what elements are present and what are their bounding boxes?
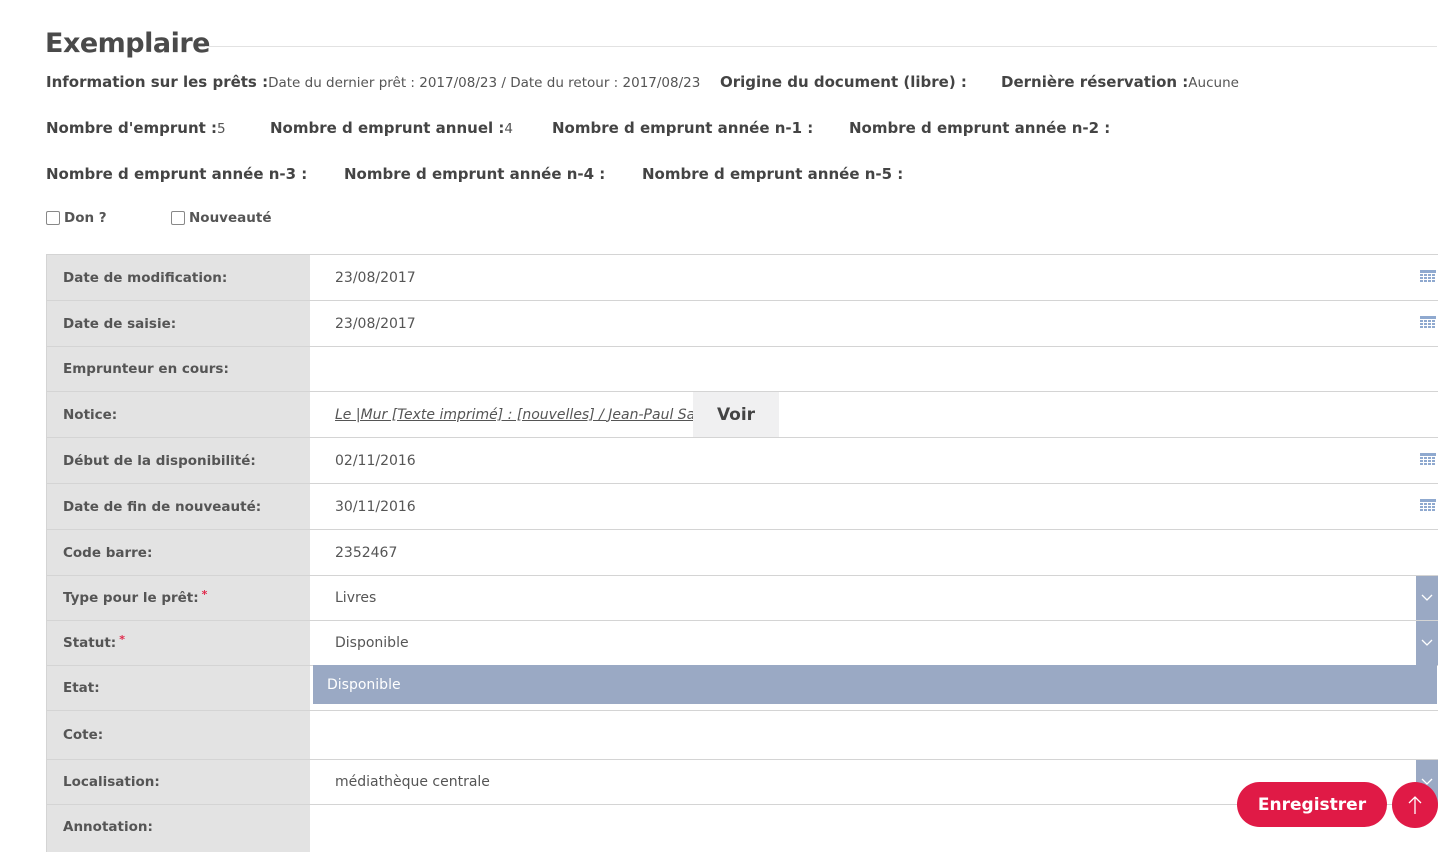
row-notice: Notice: Le |Mur [Texte imprimé] : [nouve… <box>47 392 1438 438</box>
title-divider <box>205 46 1437 47</box>
nouveaute-checkbox[interactable] <box>171 211 185 225</box>
row-emprunteur: Emprunteur en cours: <box>47 347 1438 392</box>
row-annotation: Annotation: <box>47 805 1438 852</box>
info-n1: Nombre d emprunt année n-1 : <box>552 119 814 137</box>
info-nb-annuel-label: Nombre d emprunt annuel : <box>270 119 505 137</box>
row-localisation: Localisation: médiathèque centrale <box>47 760 1438 805</box>
info-nb-annuel: Nombre d emprunt annuel :4 <box>270 119 513 137</box>
row-statut: Statut: * Disponible <box>47 621 1438 666</box>
don-checkbox[interactable] <box>46 211 60 225</box>
chevron-down-icon[interactable] <box>1416 576 1438 620</box>
statut-label: Statut: * <box>47 621 310 665</box>
statut-select[interactable]: Disponible <box>310 621 1438 665</box>
cote-label: Cote: <box>47 711 310 759</box>
etat-label: Etat: <box>47 666 310 710</box>
emprunteur-label: Emprunteur en cours: <box>47 347 310 391</box>
info-derniere-reservation: Dernière réservation :Aucune <box>1001 73 1239 91</box>
calendar-icon[interactable] <box>1420 315 1436 330</box>
type-pret-label: Type pour le prêt: * <box>47 576 310 620</box>
debut-disponibilite-field[interactable]: 02/11/2016 <box>310 438 1438 483</box>
fin-nouveaute-value: 30/11/2016 <box>335 498 416 515</box>
code-barre-label: Code barre: <box>47 530 310 575</box>
info-n4: Nombre d emprunt année n-4 : <box>344 165 606 183</box>
required-mark: * <box>201 587 208 601</box>
type-pret-select[interactable]: Livres <box>310 576 1438 620</box>
info-n2: Nombre d emprunt année n-2 : <box>849 119 1111 137</box>
debut-disponibilite-label: Début de la disponibilité: <box>47 438 310 483</box>
nouveaute-checkbox-row[interactable]: Nouveauté <box>171 210 271 226</box>
localisation-value: médiathèque centrale <box>335 774 490 790</box>
row-type-pret: Type pour le prêt: * Livres <box>47 576 1438 621</box>
notice-label: Notice: <box>47 392 310 437</box>
notice-field: Le |Mur [Texte imprimé] : [nouvelles] / … <box>310 392 1438 437</box>
fin-nouveaute-field[interactable]: 30/11/2016 <box>310 484 1438 529</box>
localisation-label: Localisation: <box>47 760 310 804</box>
date-modification-label: Date de modification: <box>47 255 310 300</box>
cote-field[interactable] <box>310 711 1438 759</box>
calendar-icon[interactable] <box>1420 452 1436 467</box>
row-fin-nouveaute: Date de fin de nouveauté: 30/11/2016 <box>47 484 1438 530</box>
date-saisie-value: 23/08/2017 <box>335 315 416 332</box>
notice-link[interactable]: Le |Mur [Texte imprimé] : [nouvelles] / … <box>335 407 721 423</box>
code-barre-field[interactable]: 2352467 <box>310 530 1438 575</box>
type-pret-label-text: Type pour le prêt: <box>63 590 199 606</box>
annotation-label: Annotation: <box>47 805 310 852</box>
row-cote: Cote: <box>47 711 1438 760</box>
info-prets-label: Information sur les prêts : <box>46 73 269 91</box>
arrow-up-icon <box>1408 796 1422 814</box>
date-saisie-label: Date de saisie: <box>47 301 310 346</box>
debut-disponibilite-value: 02/11/2016 <box>335 452 416 469</box>
scroll-top-button[interactable] <box>1392 782 1438 828</box>
info-prets-value: Date du dernier prêt : 2017/08/23 / Date… <box>268 75 701 91</box>
exemplaire-form: Date de modification: 23/08/2017 Date de… <box>46 254 1438 852</box>
info-nb-emprunt-label: Nombre d'emprunt : <box>46 119 218 137</box>
type-pret-value: Livres <box>335 590 377 606</box>
info-nb-annuel-value: 4 <box>504 121 513 137</box>
chevron-down-icon[interactable] <box>1416 621 1438 665</box>
don-checkbox-row[interactable]: Don ? <box>46 210 107 226</box>
date-saisie-field[interactable]: 23/08/2017 <box>310 301 1438 346</box>
required-mark: * <box>119 632 125 646</box>
info-derniere-reservation-label: Dernière réservation : <box>1001 73 1189 91</box>
statut-dropdown-option[interactable]: Disponible <box>313 665 1437 704</box>
row-date-modification: Date de modification: 23/08/2017 <box>47 255 1438 301</box>
info-nb-emprunt: Nombre d'emprunt :5 <box>46 119 226 137</box>
statut-label-text: Statut: <box>63 635 117 651</box>
row-debut-disponibilite: Début de la disponibilité: 02/11/2016 <box>47 438 1438 484</box>
info-prets: Information sur les prêts :Date du derni… <box>46 73 700 91</box>
section-title: Exemplaire <box>45 28 211 59</box>
don-label: Don ? <box>64 210 107 226</box>
info-derniere-reservation-value: Aucune <box>1188 75 1239 91</box>
info-origine: Origine du document (libre) : <box>720 73 967 91</box>
calendar-icon[interactable] <box>1420 269 1436 284</box>
info-nb-emprunt-value: 5 <box>217 121 226 137</box>
date-modification-field[interactable]: 23/08/2017 <box>310 255 1438 300</box>
fin-nouveaute-label: Date de fin de nouveauté: <box>47 484 310 529</box>
row-code-barre: Code barre: 2352467 <box>47 530 1438 576</box>
save-button[interactable]: Enregistrer <box>1237 782 1387 827</box>
info-n5: Nombre d emprunt année n-5 : <box>642 165 904 183</box>
statut-value: Disponible <box>335 635 409 651</box>
calendar-icon[interactable] <box>1420 498 1436 513</box>
emprunteur-field <box>310 347 1438 391</box>
code-barre-value: 2352467 <box>335 544 398 561</box>
voir-button[interactable]: Voir <box>693 392 779 437</box>
nouveaute-label: Nouveauté <box>189 210 272 226</box>
row-date-saisie: Date de saisie: 23/08/2017 <box>47 301 1438 347</box>
info-n3: Nombre d emprunt année n-3 : <box>46 165 308 183</box>
date-modification-value: 23/08/2017 <box>335 269 416 286</box>
